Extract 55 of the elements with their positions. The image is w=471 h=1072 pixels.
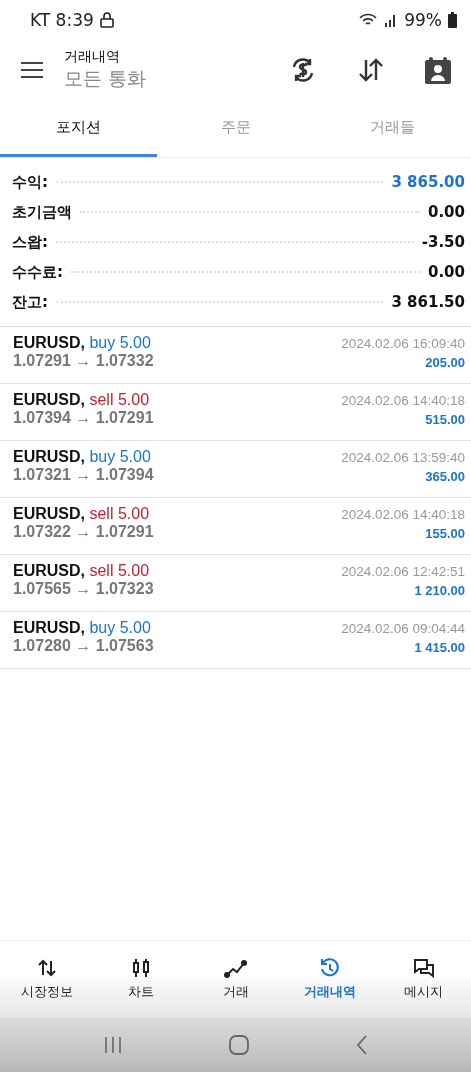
currency-filter[interactable]: 모든 통화 <box>64 66 255 92</box>
sort-arrows-icon <box>357 57 385 83</box>
trade-title: EURUSD, buy 5.00 <box>13 334 151 352</box>
chat-icon <box>411 957 436 979</box>
trade-prices: 1.07291 → 1.07332 <box>13 352 154 370</box>
trade-prices: 1.07394 → 1.07291 <box>13 409 154 427</box>
trade-profit: 155.00 <box>425 526 465 541</box>
summary-label: 잔고: <box>12 292 48 312</box>
summary-label: 수수료: <box>12 262 63 282</box>
trade-title: EURUSD, buy 5.00 <box>13 448 151 466</box>
summary-value: 3 861.50 <box>391 293 465 311</box>
tab[interactable]: 포지션 <box>0 100 157 157</box>
trade-prices: 1.07565 → 1.07323 <box>13 580 154 598</box>
trade-profit: 205.00 <box>425 355 465 370</box>
nav-tab[interactable]: 시장정보 <box>0 941 95 1017</box>
trade-title: EURUSD, sell 5.00 <box>13 505 150 523</box>
screen-title: 거래내역 <box>64 48 121 66</box>
trade-time: 2024.02.06 09:04:44 <box>341 621 465 636</box>
trade-prices: 1.07321 → 1.07394 <box>13 466 154 484</box>
battery-percent: 99% <box>404 10 442 30</box>
summary-value: 0.00 <box>428 203 465 221</box>
back-icon[interactable] <box>354 1033 369 1056</box>
calendar-person-icon <box>425 56 451 84</box>
trade-time: 2024.02.06 13:59:40 <box>341 450 465 465</box>
trade-time: 2024.02.06 16:09:40 <box>341 336 465 351</box>
wifi-icon <box>358 12 379 28</box>
trade-title: EURUSD, sell 5.00 <box>13 562 150 580</box>
trade-prices: 1.07280 → 1.07563 <box>13 637 154 655</box>
summary-value: 3 865.00 <box>391 173 465 191</box>
nav-tab[interactable]: 차트 <box>94 941 189 1017</box>
carrier-time: KT 8:39 <box>30 10 94 30</box>
menu-icon <box>20 61 44 79</box>
trade-time: 2024.02.06 12:42:51 <box>341 564 465 579</box>
trade-time: 2024.02.06 14:40:18 <box>341 507 465 522</box>
trade-profit: 1 415.00 <box>414 640 465 655</box>
summary-label: 스왑: <box>12 232 48 252</box>
lock-icon <box>99 12 114 28</box>
trade-profit: 1 210.00 <box>414 583 465 598</box>
summary-label: 초기금액 <box>12 202 72 222</box>
trade-time: 2024.02.06 14:40:18 <box>341 393 465 408</box>
summary-value: -3.50 <box>421 233 465 251</box>
battery-icon <box>448 12 457 28</box>
trade-title: EURUSD, sell 5.00 <box>13 391 150 409</box>
line-chart-icon <box>223 957 248 979</box>
nav-tab[interactable]: 거래 <box>188 941 283 1017</box>
summary-value: 0.00 <box>428 263 465 281</box>
trade-prices: 1.07322 → 1.07291 <box>13 523 154 541</box>
home-icon[interactable] <box>227 1033 250 1056</box>
recent-apps-icon[interactable] <box>102 1034 123 1055</box>
trade-title: EURUSD, buy 5.00 <box>13 619 151 637</box>
trade-profit: 365.00 <box>425 469 465 484</box>
nav-tab[interactable]: 거래내역 <box>282 941 377 1017</box>
trade-profit: 515.00 <box>425 412 465 427</box>
nav-tab[interactable]: 메시지 <box>376 941 471 1017</box>
summary-label: 수익: <box>12 172 48 192</box>
